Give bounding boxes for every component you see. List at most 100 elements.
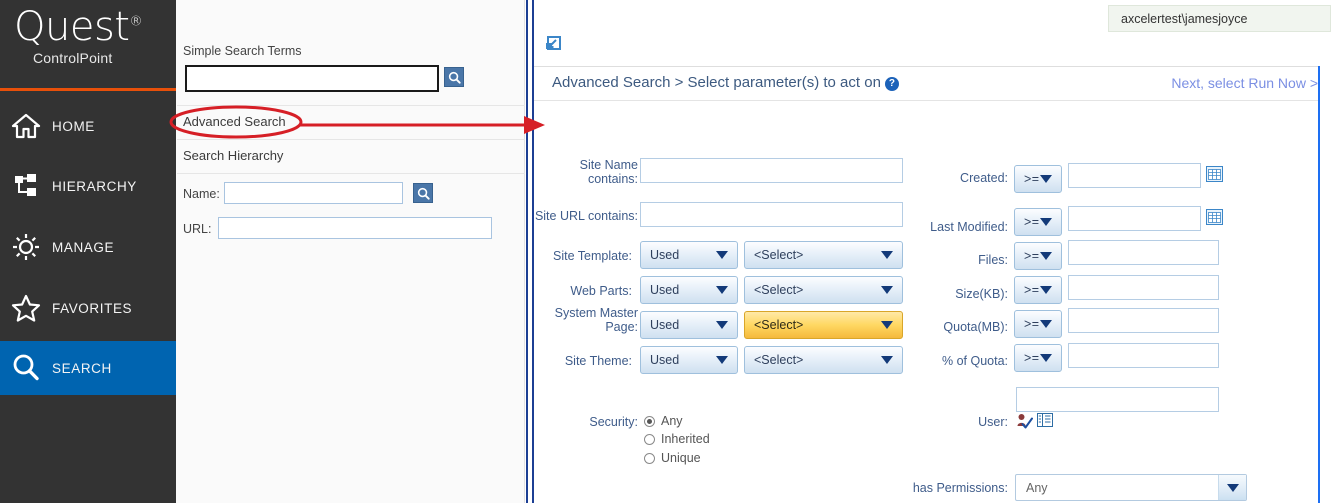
chevron-down-icon [1218,475,1246,500]
security-option-label: Inherited [661,432,710,446]
restore-window-icon[interactable] [540,31,566,57]
panel-scroll-border[interactable] [1318,66,1320,503]
has-permissions-value: Any [1026,481,1048,495]
divider [534,100,1318,101]
user-check-icon[interactable] [1016,413,1033,432]
site-name-contains-label: Site Namecontains: [510,158,638,186]
sidebar-item-label: FAVORITES [52,301,132,316]
created-label: Created: [890,171,1008,185]
sidebar-item-favorites[interactable]: FAVORITES [0,281,176,335]
files-operator-select[interactable]: >= [1014,242,1062,270]
system-master-page-used-select[interactable]: Used [640,311,738,339]
name-input[interactable] [224,182,403,204]
web-parts-value-select[interactable]: <Select> [744,276,903,304]
sidebar-item-home[interactable]: HOME [0,99,176,153]
brand-divider [0,88,176,91]
brand-name: Quest® [14,4,142,50]
system-master-page-value-select[interactable]: <Select> [744,311,903,339]
sidebar-item-manage[interactable]: MANAGE [0,220,176,274]
next-select-run-now-link[interactable]: Next, select Run Now > [1171,75,1318,91]
files-input[interactable] [1068,240,1219,265]
site-template-used-select[interactable]: Used [640,241,738,269]
name-label: Name: [183,187,220,201]
created-date-input[interactable] [1068,163,1201,188]
name-search-button[interactable] [413,183,433,203]
chevron-down-icon [716,251,728,259]
simple-search-go-button[interactable] [444,67,464,87]
chevron-down-icon [716,356,728,364]
sidebar-item-label: HOME [52,119,95,134]
home-icon [0,113,52,139]
chevron-down-icon [1040,252,1052,260]
calendar-icon[interactable] [1206,209,1223,225]
address-book-icon[interactable] [1037,413,1054,431]
sidebar-item-hierarchy[interactable]: HIERARCHY [0,159,176,213]
web-parts-label: Web Parts: [510,284,632,298]
user-input[interactable] [1016,387,1219,412]
security-option-unique[interactable]: Unique [644,451,701,465]
site-name-contains-input[interactable] [640,158,903,183]
quota-mb-input[interactable] [1068,308,1219,333]
has-permissions-label: has Permissions: [880,481,1008,495]
url-input[interactable] [218,217,492,239]
user-label: User: [930,415,1008,429]
created-operator-select[interactable]: >= [1014,165,1062,193]
url-label: URL: [183,222,211,236]
advanced-search-link[interactable]: Advanced Search [183,114,286,129]
site-template-value-select[interactable]: <Select> [744,241,903,269]
brand-logo: Quest® ControlPoint [0,0,176,88]
star-icon [0,294,52,323]
has-permissions-select[interactable]: Any [1015,474,1247,501]
last-modified-label: Last Modified: [890,220,1008,234]
current-user-label: axcelertest\jamesjoyce [1121,12,1247,26]
percent-of-quota-label: % of Quota: [890,354,1008,368]
size-kb-operator-select[interactable]: >= [1014,276,1062,304]
divider [534,66,1318,67]
chevron-down-icon [1040,175,1052,183]
radio-indicator [644,453,655,464]
help-icon[interactable]: ? [885,77,899,91]
current-user-box: axcelertest\jamesjoyce [1108,5,1331,32]
security-label: Security: [500,415,638,429]
size-kb-input[interactable] [1068,275,1219,300]
search-icon [0,352,52,384]
sidebar-item-label: MANAGE [52,240,114,255]
sidebar-item-search[interactable]: SEARCH [0,341,176,395]
chevron-down-icon [716,321,728,329]
last-modified-date-input[interactable] [1068,206,1201,231]
web-parts-used-select[interactable]: Used [640,276,738,304]
sidebar-item-label: SEARCH [52,361,112,376]
divider [177,173,525,174]
quota-mb-label: Quota(MB): [890,320,1008,334]
chevron-down-icon [1040,354,1052,362]
site-theme-label: Site Theme: [510,354,632,368]
percent-of-quota-input[interactable] [1068,343,1219,368]
brand-product: ControlPoint [33,50,112,66]
chevron-down-icon [1040,320,1052,328]
percent-of-quota-operator-select[interactable]: >= [1014,344,1062,372]
security-option-any[interactable]: Any [644,414,683,428]
sidebar: Quest® ControlPoint HOME HIERARCHY [0,0,176,503]
hierarchy-icon [0,172,52,200]
breadcrumb-text: Advanced Search > Select parameter(s) to… [552,74,881,91]
chevron-down-icon [1040,286,1052,294]
site-theme-value-select[interactable]: <Select> [744,346,903,374]
files-label: Files: [890,253,1008,267]
divider [177,105,525,106]
calendar-icon[interactable] [1206,166,1223,182]
site-theme-used-select[interactable]: Used [640,346,738,374]
site-url-contains-input[interactable] [640,202,903,227]
divider [177,139,525,140]
breadcrumb: Advanced Search > Select parameter(s) to… [552,74,899,91]
chevron-down-icon [1040,218,1052,226]
last-modified-operator-select[interactable]: >= [1014,208,1062,236]
quota-mb-operator-select[interactable]: >= [1014,310,1062,338]
simple-search-label: Simple Search Terms [183,44,302,58]
simple-search-input[interactable] [185,65,439,92]
search-hierarchy-link[interactable]: Search Hierarchy [183,148,283,163]
system-master-page-label: System MasterPage: [510,306,638,334]
sidebar-item-label: HIERARCHY [52,179,137,194]
security-option-label: Any [661,414,683,428]
security-option-inherited[interactable]: Inherited [644,432,710,446]
security-option-label: Unique [661,451,701,465]
